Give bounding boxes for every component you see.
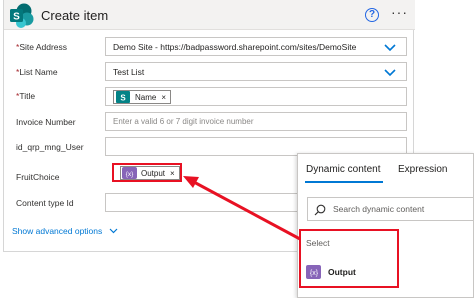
help-icon[interactable]: ? bbox=[365, 8, 379, 22]
fruit-choice-label: FruitChoice bbox=[16, 172, 60, 182]
svg-text:S: S bbox=[120, 94, 126, 103]
title-field[interactable]: S Name × bbox=[105, 87, 407, 106]
id-qrp-mng-user-label: id_qrp_mng_User bbox=[16, 142, 84, 152]
title-label: *Title bbox=[16, 91, 35, 101]
output-item-label: Output bbox=[328, 267, 356, 277]
sharepoint-token-icon: S bbox=[115, 91, 131, 103]
svg-text:S: S bbox=[13, 12, 20, 23]
name-token-label: Name bbox=[135, 92, 157, 102]
invoice-number-label: Invoice Number bbox=[16, 117, 76, 127]
site-address-value: Demo Site - https://badpassword.sharepoi… bbox=[113, 42, 357, 52]
list-name-dropdown[interactable]: Test List bbox=[105, 62, 407, 81]
search-icon bbox=[314, 204, 326, 216]
title-label-text: Title bbox=[19, 91, 36, 101]
output-list-item[interactable]: {x} Output bbox=[306, 264, 356, 280]
invoice-number-placeholder: Enter a valid 6 or 7 digit invoice numbe… bbox=[113, 117, 254, 126]
more-options-icon[interactable]: ··· bbox=[391, 4, 408, 20]
search-dynamic-content-input[interactable]: Search dynamic content bbox=[307, 197, 474, 221]
site-address-label-text: Site Address bbox=[19, 42, 68, 52]
site-address-dropdown[interactable]: Demo Site - https://badpassword.sharepoi… bbox=[105, 37, 407, 56]
card-header: S Create item ? ··· bbox=[4, 0, 415, 30]
site-address-label: *Site Address bbox=[16, 42, 67, 52]
card-title: Create item bbox=[41, 8, 109, 23]
select-section-header: Select bbox=[306, 238, 330, 248]
active-tab-indicator bbox=[305, 181, 383, 183]
content-type-id-label: Content type Id bbox=[16, 198, 74, 208]
name-token[interactable]: S Name × bbox=[113, 90, 172, 104]
advanced-link-label: Show advanced options bbox=[12, 226, 103, 236]
list-name-value: Test List bbox=[113, 67, 145, 77]
expression-icon: {x} bbox=[306, 265, 321, 279]
sharepoint-logo-icon: S bbox=[10, 3, 34, 28]
chevron-down-icon[interactable] bbox=[384, 67, 396, 77]
content-type-id-field[interactable] bbox=[105, 193, 303, 212]
chevron-down-icon[interactable] bbox=[384, 42, 396, 52]
highlight-box-token bbox=[112, 163, 182, 182]
remove-token-icon[interactable]: × bbox=[161, 93, 166, 102]
list-name-label-text: List Name bbox=[19, 67, 58, 77]
tab-expression[interactable]: Expression bbox=[398, 164, 447, 175]
show-advanced-options-link[interactable]: Show advanced options bbox=[12, 226, 118, 236]
search-placeholder: Search dynamic content bbox=[333, 204, 425, 214]
list-name-label: *List Name bbox=[16, 67, 58, 77]
invoice-number-field[interactable]: Enter a valid 6 or 7 digit invoice numbe… bbox=[105, 112, 407, 131]
chevron-down-icon bbox=[109, 228, 118, 234]
svg-text:{x}: {x} bbox=[309, 270, 318, 277]
tab-dynamic-content[interactable]: Dynamic content bbox=[306, 164, 380, 175]
